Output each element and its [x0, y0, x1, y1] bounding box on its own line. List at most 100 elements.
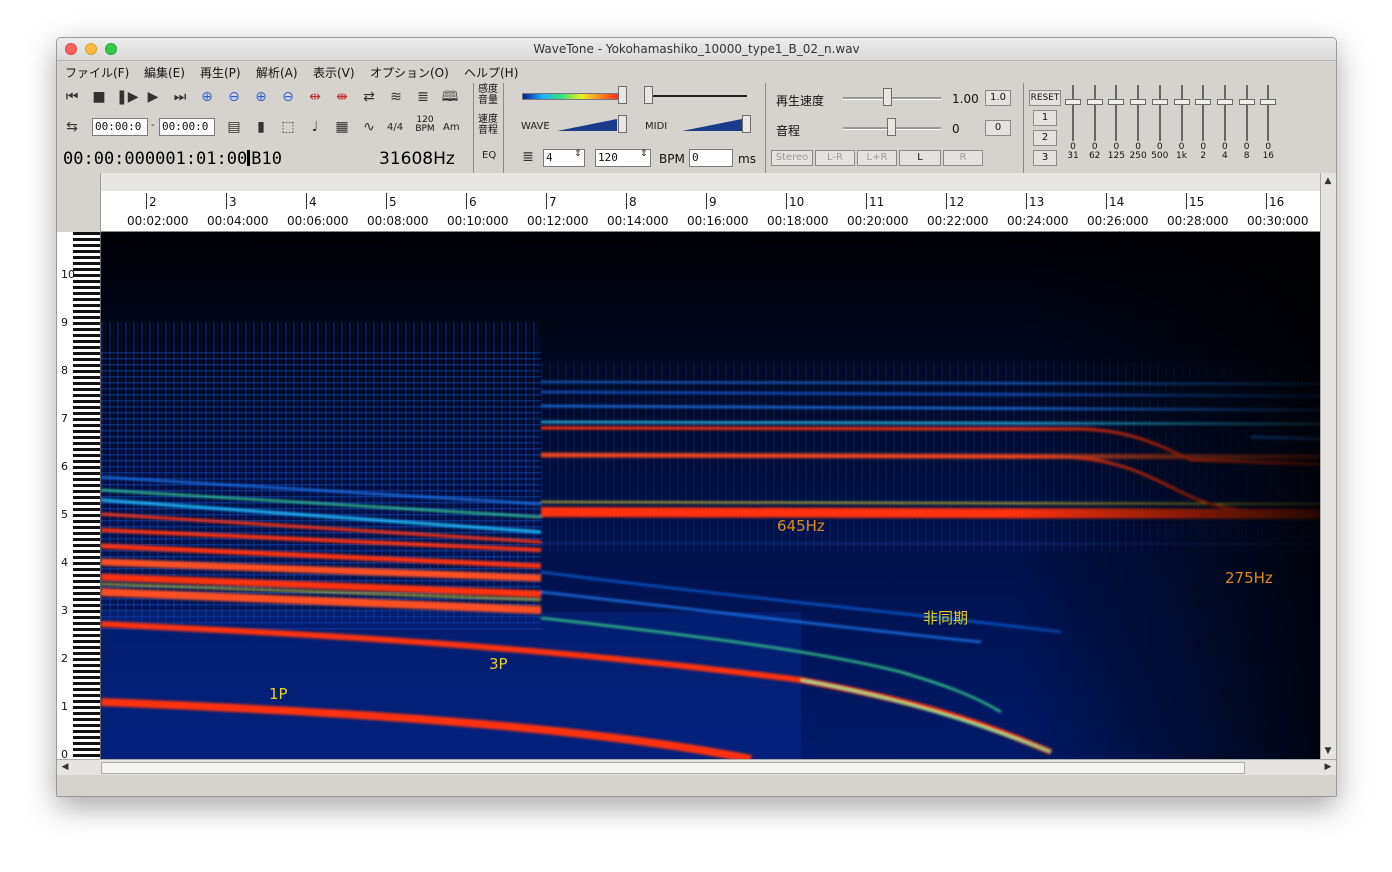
eq-knob[interactable]: [1238, 99, 1255, 105]
scroll-down-icon[interactable]: ▼: [1321, 744, 1335, 758]
menu-view[interactable]: 表示(V): [313, 64, 355, 81]
l-minus-r-button[interactable]: L-R: [815, 150, 855, 166]
menu-help[interactable]: ヘルプ(H): [464, 64, 518, 81]
stop-icon[interactable]: ■: [89, 87, 109, 107]
l-plus-r-button[interactable]: L+R: [857, 150, 897, 166]
waveform-icon[interactable]: ≋: [386, 87, 406, 107]
eq-preset-1-button[interactable]: 1: [1033, 110, 1057, 126]
swap-icon[interactable]: ⇄: [359, 87, 379, 107]
speed-reset-button[interactable]: 1.0: [985, 90, 1011, 106]
zoom-in-horizontal-icon[interactable]: ⊕: [197, 87, 217, 107]
right-channel-button[interactable]: R: [943, 150, 983, 166]
scroll-right-icon[interactable]: ▶: [1321, 760, 1335, 774]
menu-play[interactable]: 再生(P): [200, 64, 241, 81]
menu-edit[interactable]: 編集(E): [144, 64, 185, 81]
volume-slider-track[interactable]: [647, 95, 747, 97]
eq-knob[interactable]: [1173, 99, 1190, 105]
rewind-icon[interactable]: ⏮: [62, 87, 82, 107]
scroll-left-icon[interactable]: ◀: [58, 760, 72, 774]
eq-slot[interactable]: [1180, 85, 1183, 141]
maximize-icon[interactable]: [105, 43, 117, 55]
eq-reset-button[interactable]: RESET: [1029, 90, 1061, 106]
eq-knob[interactable]: [1130, 99, 1147, 105]
close-icon[interactable]: [65, 43, 77, 55]
eq-knob[interactable]: [1195, 99, 1212, 105]
wave-level-wedge[interactable]: [557, 119, 617, 131]
speed-slider-track[interactable]: [843, 97, 941, 100]
eq-slot[interactable]: [1072, 85, 1074, 141]
stereo-button[interactable]: Stereo: [771, 150, 813, 166]
eq-preset-3-button[interactable]: 3: [1033, 150, 1057, 166]
eq-slot[interactable]: [1267, 85, 1270, 141]
eq-preset-2-button[interactable]: 2: [1033, 130, 1057, 146]
eq-knob[interactable]: [1086, 99, 1103, 105]
sensitivity-slider-thumb[interactable]: [618, 86, 627, 104]
vertical-scrollbar[interactable]: ▲ ▼: [1320, 173, 1336, 759]
midi-level-thumb[interactable]: [742, 115, 751, 133]
fast-forward-icon[interactable]: ⏭: [170, 87, 190, 107]
book-icon[interactable]: 🕮: [440, 87, 460, 107]
eq-slot[interactable]: [1245, 85, 1248, 141]
beat-spinner-icon[interactable]: ⇕: [574, 149, 582, 159]
eq-knob[interactable]: [1108, 99, 1125, 105]
table-icon[interactable]: ▦: [332, 117, 352, 137]
marker-icon[interactable]: ▮: [251, 117, 271, 137]
piano-keyboard[interactable]: 10 9 8 7 6 5 4 3 2 1 0: [57, 232, 101, 759]
pitch-slider-thumb[interactable]: [887, 118, 896, 136]
menu-analyze[interactable]: 解析(A): [256, 64, 298, 81]
play-icon[interactable]: ▶: [143, 87, 163, 107]
curve-icon[interactable]: ∿: [359, 117, 379, 137]
shrink-icon[interactable]: ⇼: [332, 87, 352, 107]
pitch-reset-button[interactable]: 0: [985, 120, 1011, 136]
sensitivity-volume-label: 感度 音量: [478, 84, 498, 106]
note-icon[interactable]: ♩: [305, 117, 325, 137]
menu-options[interactable]: オプション(O): [370, 64, 449, 81]
eq-slot[interactable]: [1115, 85, 1118, 141]
wave-level-thumb[interactable]: [618, 115, 627, 133]
bpm-indicator[interactable]: 120 BPM: [414, 116, 436, 134]
zoom-in-vertical-icon[interactable]: ⊕: [251, 87, 271, 107]
eq-slot[interactable]: [1093, 85, 1096, 141]
spectrogram-view[interactable]: 645Hz 275Hz 非同期 3P 1P: [101, 232, 1320, 759]
scroll-up-icon[interactable]: ▲: [1321, 174, 1335, 188]
minimize-icon[interactable]: [85, 43, 97, 55]
eq-slot[interactable]: [1137, 85, 1140, 141]
bpm-spinner-icon[interactable]: ⇕: [640, 149, 648, 159]
speed-slider-thumb[interactable]: [883, 88, 892, 106]
eq-slot[interactable]: [1158, 85, 1161, 141]
eq-knob[interactable]: [1151, 99, 1168, 105]
eq-knob[interactable]: [1065, 99, 1081, 105]
eq-label: EQ: [482, 150, 497, 161]
midi-level-wedge[interactable]: [682, 119, 742, 131]
time-signature[interactable]: 4/4: [387, 122, 403, 133]
grid-icon[interactable]: ▤: [224, 117, 244, 137]
annotation-3p: 3P: [489, 655, 508, 673]
horizontal-scroll-thumb[interactable]: [101, 762, 1245, 774]
eq-slot[interactable]: [1202, 85, 1205, 141]
select-icon[interactable]: ⬚: [278, 117, 298, 137]
piano-keys[interactable]: [73, 232, 100, 759]
loop-icon[interactable]: ⇆: [62, 117, 82, 137]
menu-file[interactable]: ファイル(F): [65, 64, 129, 81]
time-ruler[interactable]: 2 3 4 5 6 7 8 9 10 11 12 13 14 15 16 00:02:000 00:04:000…: [101, 191, 1320, 232]
start-time-input[interactable]: 00:00:0: [92, 118, 148, 136]
expand-icon[interactable]: ⇹: [305, 87, 325, 107]
spectrum-icon[interactable]: ≣: [413, 87, 433, 107]
octave-label: 7: [61, 412, 68, 425]
chord-indicator[interactable]: Am: [443, 122, 460, 133]
zoom-out-vertical-icon[interactable]: ⊖: [278, 87, 298, 107]
offset-ms-input[interactable]: 0: [689, 149, 733, 167]
eq-slot[interactable]: [1223, 85, 1226, 141]
bpm-label: BPM: [659, 152, 685, 166]
bar-number: 8: [629, 195, 637, 209]
separator: [1023, 83, 1024, 173]
left-channel-button[interactable]: L: [899, 150, 941, 166]
zoom-out-horizontal-icon[interactable]: ⊖: [224, 87, 244, 107]
end-time-input[interactable]: 00:00:0: [159, 118, 215, 136]
volume-slider-thumb[interactable]: [644, 86, 653, 104]
time-label: 00:16:000: [687, 214, 749, 228]
pause-icon[interactable]: ❚▶: [116, 87, 139, 107]
eq-knob[interactable]: [1216, 99, 1233, 105]
horizontal-scrollbar[interactable]: ◀ ▶: [57, 759, 1336, 775]
eq-knob[interactable]: [1260, 99, 1277, 105]
